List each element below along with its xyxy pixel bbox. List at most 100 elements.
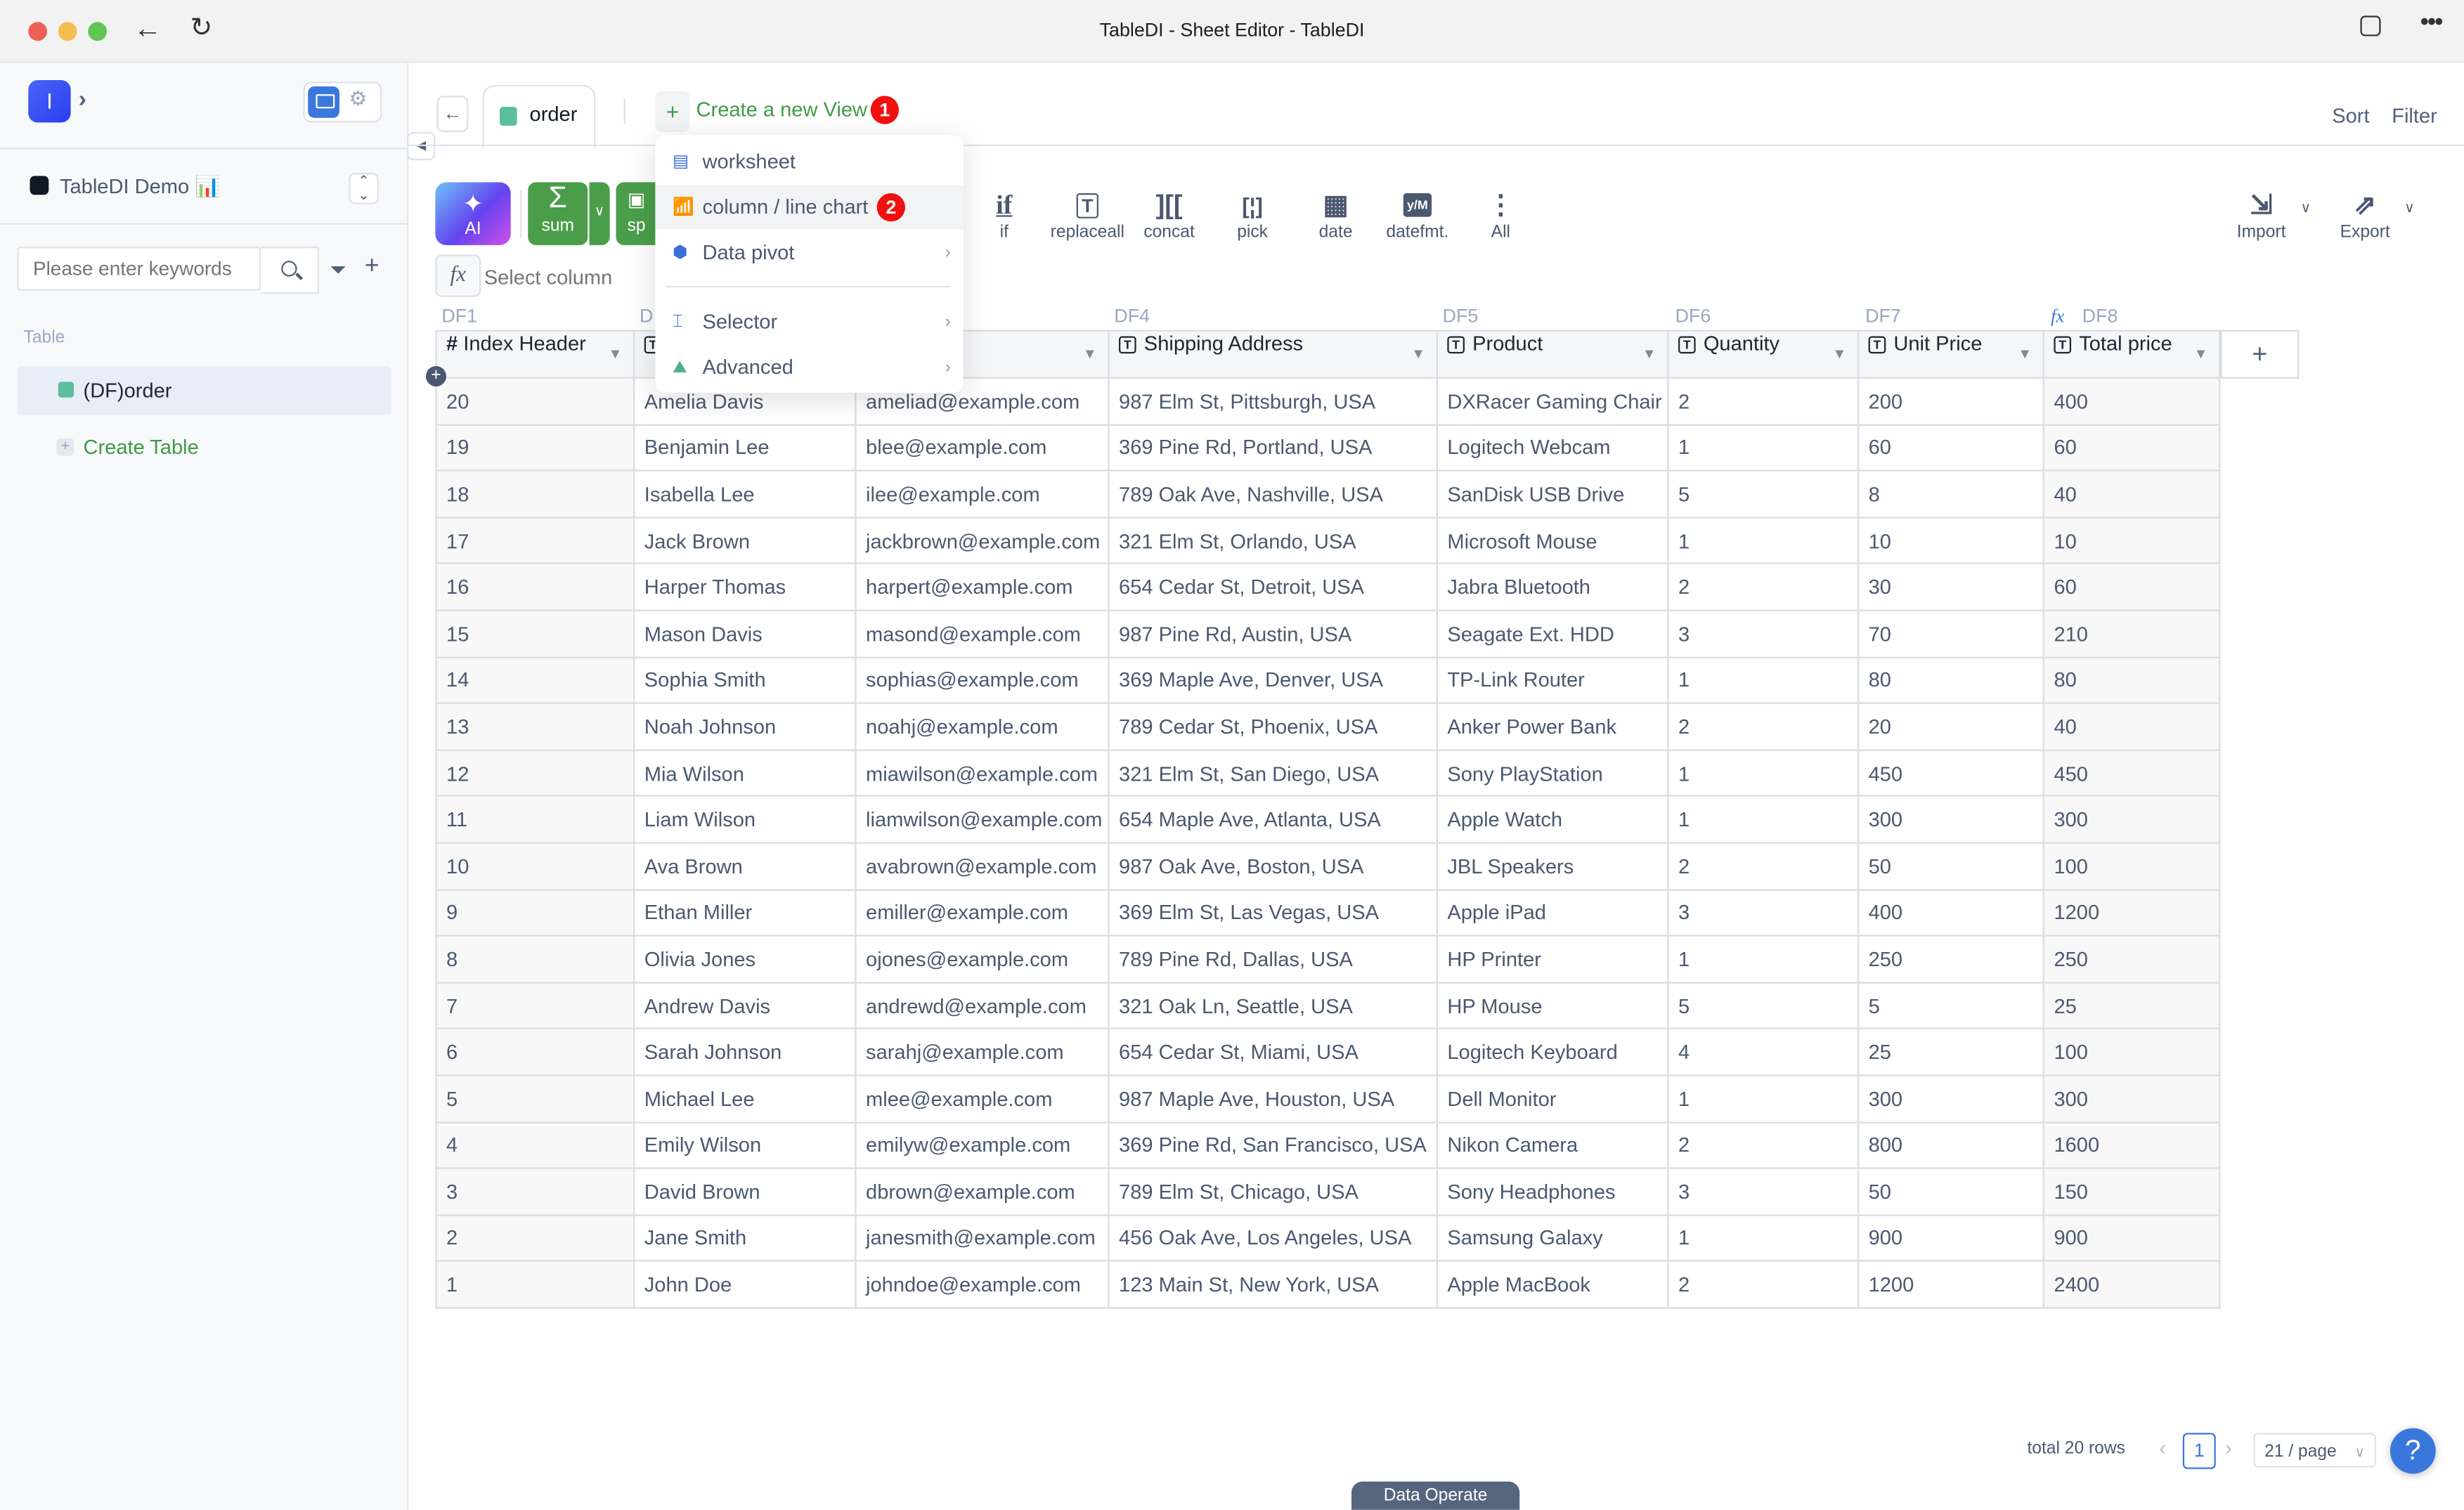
column-menu-icon[interactable]: ▼ <box>2018 332 2032 377</box>
table-cell[interactable]: 321 Elm St, Orlando, USA <box>1108 516 1438 565</box>
table-cell[interactable]: TP-Link Router <box>1436 656 1669 705</box>
table-cell[interactable]: 12 <box>435 749 635 798</box>
table-cell[interactable]: 5 <box>1667 469 1860 519</box>
table-cell[interactable]: 250 <box>1857 935 2045 984</box>
tool-if[interactable]: if if <box>965 188 1044 242</box>
column-header[interactable]: T Total price ▼ <box>2042 330 2221 379</box>
menu-item-advanced[interactable]: ⛰ Advanced › <box>655 346 963 390</box>
tool-date[interactable]: ▦ date <box>1297 188 1375 242</box>
table-cell[interactable]: 50 <box>1857 1167 2045 1216</box>
table-cell[interactable]: 1 <box>1667 656 1860 705</box>
table-cell[interactable]: 10 <box>435 842 635 890</box>
table-cell[interactable]: 80 <box>1857 656 2045 705</box>
tool-concat[interactable]: ][[ concat <box>1130 188 1209 242</box>
table-cell[interactable]: 789 Cedar St, Phoenix, USA <box>1108 702 1438 751</box>
table-cell[interactable]: Sarah Johnson <box>633 1028 857 1076</box>
table-cell[interactable]: dbrown@example.com <box>855 1167 1110 1216</box>
table-cell[interactable]: 30 <box>1857 563 2045 611</box>
formula-icon[interactable]: fx <box>435 254 481 297</box>
table-cell[interactable]: 1 <box>1667 516 1860 565</box>
table-cell[interactable]: 369 Pine Rd, Portland, USA <box>1108 423 1438 472</box>
table-cell[interactable]: 5 <box>1667 981 1860 1030</box>
sum-dropdown[interactable]: ∨ <box>589 182 610 245</box>
table-cell[interactable]: Emily Wilson <box>633 1121 857 1169</box>
sort-button[interactable]: Sort <box>2332 104 2369 128</box>
table-cell[interactable]: 369 Pine Rd, San Francisco, USA <box>1108 1121 1438 1169</box>
column-header[interactable]: T Shipping Address ▼ <box>1108 330 1438 379</box>
table-cell[interactable]: ilee@example.com <box>855 469 1110 519</box>
table-cell[interactable]: 15 <box>435 609 635 658</box>
table-cell[interactable]: 321 Elm St, San Diego, USA <box>1108 749 1438 798</box>
prev-page-button[interactable]: ‹ <box>2159 1436 2166 1460</box>
table-cell[interactable]: 10 <box>1857 516 2045 565</box>
table-cell[interactable]: 60 <box>1857 423 2045 472</box>
table-cell[interactable]: johndoe@example.com <box>855 1260 1110 1309</box>
table-cell[interactable]: 2400 <box>2042 1260 2221 1309</box>
table-cell[interactable]: ojones@example.com <box>855 935 1110 984</box>
table-cell[interactable]: liamwilson@example.com <box>855 795 1110 844</box>
table-cell[interactable]: noahj@example.com <box>855 702 1110 751</box>
export-button[interactable]: ⇗ Export <box>2326 188 2404 242</box>
table-cell[interactable]: Seagate Ext. HDD <box>1436 609 1669 658</box>
table-cell[interactable]: 1 <box>435 1260 635 1309</box>
sidebar-item-order[interactable]: (DF)order <box>17 365 391 415</box>
table-cell[interactable]: 200 <box>1857 377 2045 426</box>
column-header[interactable]: T Unit Price ▼ <box>1857 330 2045 379</box>
table-search-input[interactable] <box>17 247 261 291</box>
table-cell[interactable]: 17 <box>435 516 635 565</box>
table-cell[interactable]: 789 Elm St, Chicago, USA <box>1108 1167 1438 1216</box>
expand-chevron-icon[interactable]: › <box>79 86 86 113</box>
table-cell[interactable]: Dell Monitor <box>1436 1074 1669 1123</box>
table-cell[interactable]: 14 <box>435 656 635 705</box>
table-cell[interactable]: 654 Cedar St, Detroit, USA <box>1108 563 1438 611</box>
table-cell[interactable]: Jabra Bluetooth <box>1436 563 1669 611</box>
table-cell[interactable]: Michael Lee <box>633 1074 857 1123</box>
split-button[interactable]: ▣ sp <box>616 182 657 245</box>
table-cell[interactable]: 3 <box>1667 609 1860 658</box>
workspace-switcher[interactable]: ⌃ ⌄ <box>349 172 379 204</box>
menu-item-selector[interactable]: ⌶ Selector › <box>655 300 963 344</box>
table-cell[interactable]: 987 Elm St, Pittsburgh, USA <box>1108 377 1438 426</box>
import-dropdown-icon[interactable]: ∨ <box>2301 200 2311 217</box>
table-cell[interactable]: John Doe <box>633 1260 857 1309</box>
column-header[interactable]: T Product ▼ <box>1436 330 1669 379</box>
table-cell[interactable]: 2 <box>435 1213 635 1263</box>
table-cell[interactable]: Andrew Davis <box>633 981 857 1030</box>
table-cell[interactable]: 369 Maple Ave, Denver, USA <box>1108 656 1438 705</box>
column-menu-icon[interactable]: ▼ <box>1642 332 1656 377</box>
table-cell[interactable]: Logitech Keyboard <box>1436 1028 1669 1076</box>
add-row-button[interactable]: + <box>425 365 447 387</box>
table-cell[interactable]: Anker Power Bank <box>1436 702 1669 751</box>
table-cell[interactable]: Samsung Galaxy <box>1436 1213 1669 1263</box>
create-table-link[interactable]: Create Table <box>84 435 199 459</box>
table-cell[interactable]: Logitech Webcam <box>1436 423 1669 472</box>
table-cell[interactable]: avabrown@example.com <box>855 842 1110 890</box>
table-cell[interactable]: HP Printer <box>1436 935 1669 984</box>
table-cell[interactable]: 80 <box>2042 656 2221 705</box>
table-cell[interactable]: emiller@example.com <box>855 888 1110 937</box>
table-cell[interactable]: 369 Elm St, Las Vegas, USA <box>1108 888 1438 937</box>
table-cell[interactable]: sarahj@example.com <box>855 1028 1110 1076</box>
table-cell[interactable]: 1600 <box>2042 1121 2221 1169</box>
column-header[interactable]: T Quantity ▼ <box>1667 330 1860 379</box>
table-cell[interactable]: 19 <box>435 423 635 472</box>
table-cell[interactable]: 2 <box>1667 1260 1860 1309</box>
column-menu-icon[interactable]: ▼ <box>1832 332 1846 377</box>
table-cell[interactable]: 50 <box>1857 842 2045 890</box>
table-cell[interactable]: harpert@example.com <box>855 563 1110 611</box>
table-cell[interactable]: 5 <box>435 1074 635 1123</box>
table-cell[interactable]: 4 <box>435 1121 635 1169</box>
table-cell[interactable]: Ava Brown <box>633 842 857 890</box>
table-cell[interactable]: 654 Cedar St, Miami, USA <box>1108 1028 1438 1076</box>
table-cell[interactable]: 9 <box>435 888 635 937</box>
table-cell[interactable]: Ethan Miller <box>633 888 857 937</box>
table-cell[interactable]: masond@example.com <box>855 609 1110 658</box>
table-cell[interactable]: 300 <box>2042 1074 2221 1123</box>
table-cell[interactable]: 3 <box>435 1167 635 1216</box>
more-options-icon[interactable]: ••• <box>2420 9 2443 37</box>
table-cell[interactable]: 20 <box>435 377 635 426</box>
back-button[interactable]: ← <box>436 96 469 132</box>
column-header[interactable]: # Index Header ▼ <box>435 330 635 379</box>
table-cell[interactable]: 3 <box>1667 888 1860 937</box>
menu-item-worksheet[interactable]: ▤ worksheet <box>655 140 963 184</box>
